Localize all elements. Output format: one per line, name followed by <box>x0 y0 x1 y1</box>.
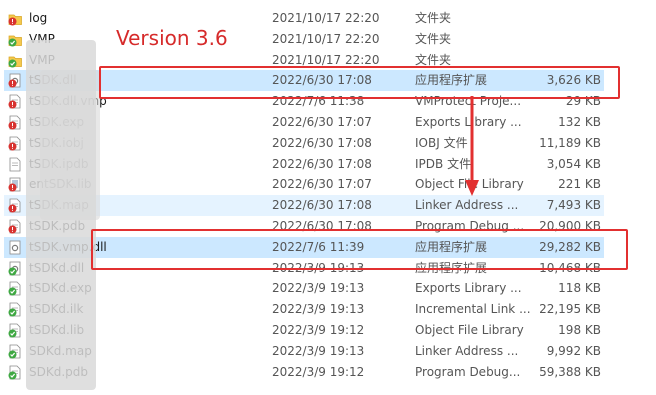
file-size: 7,493 KB <box>546 198 601 213</box>
file-date: 2022/3/9 19:13 <box>272 302 365 317</box>
file-date: 2021/10/17 22:20 <box>272 31 380 46</box>
file-date: 2022/6/30 17:08 <box>272 135 372 150</box>
file-check-icon <box>8 299 24 320</box>
file-type: 文件夹 <box>415 11 452 25</box>
folder-check-icon <box>8 29 24 50</box>
file-size: 22,195 KB <box>539 302 601 317</box>
lib-error-icon <box>8 174 24 195</box>
file-date: 2022/6/30 17:08 <box>272 198 372 213</box>
file-error-icon <box>8 216 24 237</box>
dll-error-icon <box>8 70 24 91</box>
file-icon <box>8 154 24 175</box>
file-size <box>529 29 601 50</box>
folder-error-icon <box>8 8 24 29</box>
file-error-icon <box>8 91 24 112</box>
file-type: Exports Library ... <box>415 281 522 296</box>
dll-icon <box>8 237 24 258</box>
file-size: 118 KB <box>558 281 601 296</box>
file-type: Object File Library <box>415 323 524 337</box>
file-date: 2021/10/17 22:20 <box>272 11 380 25</box>
file-size: 59,388 KB <box>539 364 601 379</box>
dll-check-icon <box>8 258 24 279</box>
annotation-box-vmp-dll <box>91 229 628 270</box>
redaction-blur <box>40 70 100 220</box>
file-size: 3,054 KB <box>546 156 601 171</box>
file-date: 2022/3/9 19:12 <box>272 364 365 379</box>
file-error-icon <box>8 112 24 133</box>
annotation-arrow-icon <box>465 96 479 196</box>
file-check-icon <box>8 320 24 341</box>
file-date: 2022/6/30 17:07 <box>272 177 372 192</box>
file-type: Linker Address ... <box>415 343 519 358</box>
file-date: 2022/3/9 19:12 <box>272 323 365 337</box>
file-check-icon <box>8 362 24 383</box>
file-check-icon <box>8 341 24 362</box>
file-type: 文件夹 <box>415 31 452 46</box>
file-size: 221 KB <box>558 177 601 192</box>
file-size: 198 KB <box>558 323 601 337</box>
file-check-icon <box>8 278 24 299</box>
folder-check-icon <box>8 50 24 71</box>
file-date: 2022/6/30 17:07 <box>272 115 372 129</box>
file-size: 132 KB <box>558 115 601 129</box>
file-row[interactable]: log 2021/10/17 22:20 文件夹 <box>4 8 604 29</box>
file-date: 2022/6/30 17:08 <box>272 156 372 171</box>
file-size: 11,189 KB <box>539 135 601 150</box>
file-type: Linker Address ... <box>415 198 519 213</box>
file-size: 9,992 KB <box>546 343 601 358</box>
file-type: Incremental Link ... <box>415 302 531 317</box>
file-error-icon <box>8 195 24 216</box>
file-date: 2022/3/9 19:13 <box>272 343 365 358</box>
file-error-icon <box>8 133 24 154</box>
file-size <box>529 8 601 29</box>
annotation-box-original-dll <box>99 66 620 99</box>
file-type: Program Debug... <box>415 364 521 379</box>
file-date: 2022/3/9 19:13 <box>272 281 365 296</box>
annotation-version-label: Version 3.6 <box>116 26 228 50</box>
